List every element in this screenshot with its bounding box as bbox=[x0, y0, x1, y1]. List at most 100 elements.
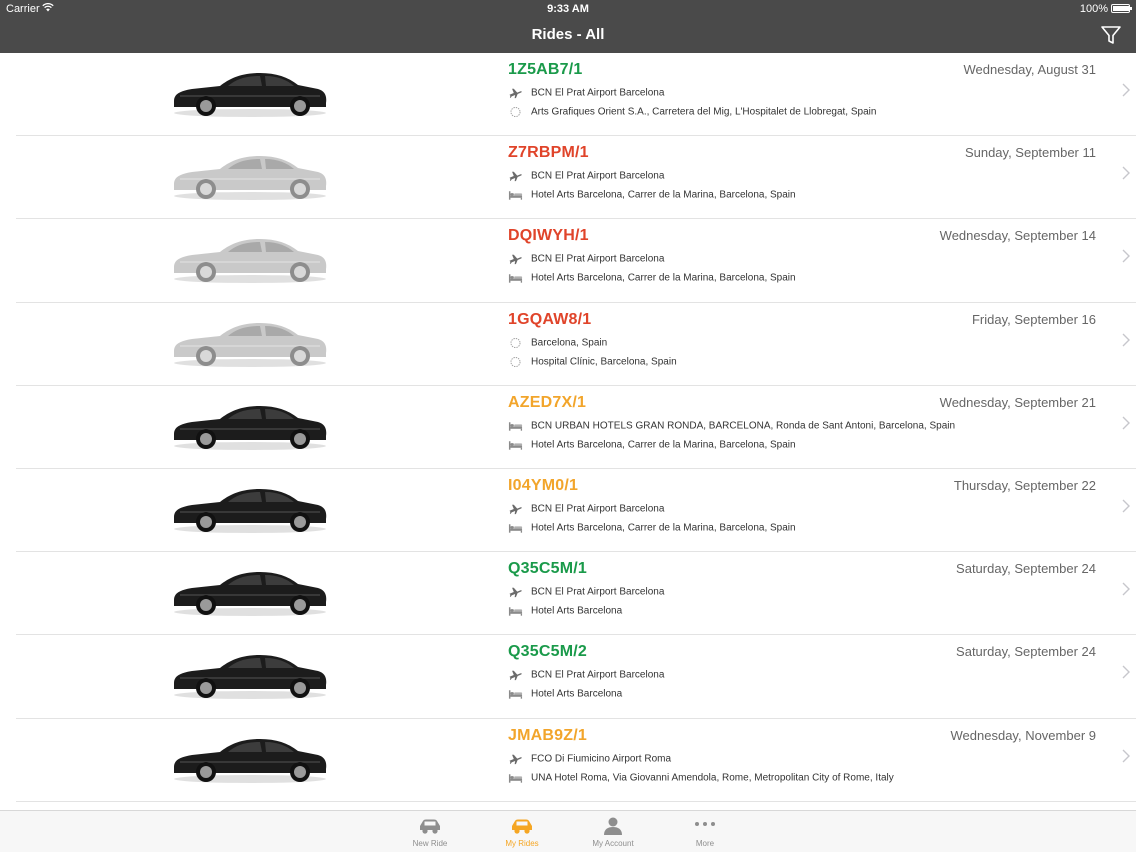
ride-row[interactable]: AZED7X/1 Wednesday, September 21 BCN URBAN… bbox=[16, 386, 1136, 469]
pickup-line: BCN El Prat Airport Barcelona bbox=[508, 586, 664, 598]
pickup-line: BCN URBAN HOTELS GRAN RONDA, BARCELONA, … bbox=[508, 420, 955, 432]
chevron-right-icon bbox=[1122, 416, 1130, 430]
pickup-line: BCN El Prat Airport Barcelona bbox=[508, 669, 664, 681]
ride-row[interactable]: 1GQAW8/1 Friday, September 16 Barcelona, S… bbox=[16, 303, 1136, 386]
tab-label: My Account bbox=[592, 839, 634, 848]
car-image bbox=[170, 729, 330, 785]
tab-label: My Rides bbox=[505, 839, 539, 848]
dropoff-location: Hospital Clínic, Barcelona, Spain bbox=[531, 356, 677, 368]
car-icon bbox=[487, 815, 557, 837]
dropoff-line: Hotel Arts Barcelona, Carrer de la Marin… bbox=[508, 439, 796, 451]
pickup-line: BCN El Prat Airport Barcelona bbox=[508, 87, 664, 99]
ride-row[interactable]: Z7RBPM/1 Sunday, September 11 BCN El Prat … bbox=[16, 136, 1136, 220]
plane-icon bbox=[508, 503, 523, 515]
ride-date: Wednesday, November 9 bbox=[950, 727, 1096, 743]
pickup-location: Barcelona, Spain bbox=[531, 337, 608, 349]
battery-icon bbox=[1111, 4, 1132, 13]
more-icon bbox=[670, 815, 740, 837]
car-icon bbox=[395, 815, 465, 837]
chevron-right-icon bbox=[1122, 582, 1130, 596]
dropoff-location: Hotel Arts Barcelona bbox=[531, 688, 623, 700]
bed-icon bbox=[508, 420, 523, 432]
chevron-right-icon bbox=[1122, 665, 1130, 679]
ride-row[interactable]: DQIWYH/1 Wednesday, September 14 BCN El Pr… bbox=[16, 219, 1136, 303]
tab-my-account[interactable]: My Account bbox=[578, 815, 648, 848]
bed-icon bbox=[508, 522, 523, 534]
chevron-right-icon bbox=[1122, 499, 1130, 513]
ride-date: Friday, September 16 bbox=[971, 311, 1096, 327]
ride-date: Saturday, September 24 bbox=[956, 644, 1096, 660]
dropoff-line: Hotel Arts Barcelona, Carrer de la Marin… bbox=[508, 522, 796, 534]
filter-icon bbox=[1101, 26, 1121, 44]
rides-list[interactable]: 1Z5AB7/1 Wednesday, August 31 BCN El Prat … bbox=[0, 53, 1136, 810]
filter-button[interactable] bbox=[1100, 24, 1122, 46]
plane-icon bbox=[508, 753, 523, 765]
dropoff-location: Hotel Arts Barcelona, Carrer de la Marin… bbox=[531, 439, 796, 451]
page-title: Rides - All bbox=[531, 26, 605, 43]
clock: 9:33 AM bbox=[547, 3, 589, 15]
dropoff-line: UNA Hotel Roma, Via Giovanni Amendola, R… bbox=[508, 772, 894, 784]
tab-more[interactable]: More bbox=[670, 815, 740, 848]
plane-icon bbox=[508, 170, 523, 182]
bed-icon bbox=[508, 605, 523, 617]
ride-code: 1GQAW8/1 bbox=[508, 310, 592, 328]
bed-icon bbox=[508, 772, 523, 784]
tab-new-ride[interactable]: New Ride bbox=[395, 815, 465, 848]
chevron-right-icon bbox=[1122, 333, 1130, 347]
ride-code: Q35C5M/1 bbox=[508, 560, 587, 578]
location-icon bbox=[508, 356, 523, 368]
ride-row[interactable]: I04YM0/1 Thursday, September 22 BCN El Pra… bbox=[16, 469, 1136, 553]
plane-icon bbox=[508, 586, 523, 598]
dropoff-line: Hospital Clínic, Barcelona, Spain bbox=[508, 356, 677, 368]
location-icon bbox=[508, 337, 523, 349]
top-bar: Carrier 9:33 AM 100% Rides - All bbox=[0, 0, 1136, 53]
ride-date: Wednesday, August 31 bbox=[963, 62, 1096, 77]
pickup-line: BCN El Prat Airport Barcelona bbox=[508, 253, 664, 265]
car-image bbox=[170, 562, 330, 618]
ride-row[interactable]: JMAB9Z/1 Wednesday, November 9 FCO Di Fium… bbox=[16, 719, 1136, 802]
bed-icon bbox=[508, 688, 523, 700]
battery-percent: 100% bbox=[1079, 3, 1108, 15]
plane-icon bbox=[508, 669, 523, 681]
ride-row[interactable]: Q35C5M/2 Saturday, September 24 BCN El Pra… bbox=[16, 635, 1136, 719]
bed-icon bbox=[508, 272, 523, 284]
tab-my-rides[interactable]: My Rides bbox=[487, 815, 557, 848]
car-image bbox=[170, 645, 330, 701]
bed-icon bbox=[508, 189, 523, 201]
dropoff-line: Hotel Arts Barcelona bbox=[508, 605, 622, 617]
chevron-right-icon bbox=[1122, 249, 1130, 263]
tab-bar: New Ride My Rides My Account More bbox=[0, 810, 1136, 852]
dropoff-line: Hotel Arts Barcelona, Carrer de la Marin… bbox=[508, 272, 796, 284]
dropoff-location: UNA Hotel Roma, Via Giovanni Amendola, R… bbox=[531, 772, 894, 783]
car-image bbox=[170, 396, 330, 452]
pickup-line: BCN El Prat Airport Barcelona bbox=[508, 170, 664, 182]
location-icon bbox=[508, 106, 523, 118]
plane-icon bbox=[508, 253, 523, 265]
car-image bbox=[170, 63, 330, 119]
pickup-line: BCN El Prat Airport Barcelona bbox=[508, 503, 664, 515]
pickup-location: FCO Di Fiumicino Airport Roma bbox=[531, 753, 672, 764]
pickup-location: BCN El Prat Airport Barcelona bbox=[531, 170, 665, 182]
dropoff-location: Arts Grafiques Orient S.A., Carretera de… bbox=[531, 106, 877, 118]
car-image bbox=[170, 146, 330, 202]
ride-code: 1Z5AB7/1 bbox=[508, 61, 583, 78]
bed-icon bbox=[508, 439, 523, 451]
ride-date: Wednesday, September 14 bbox=[939, 228, 1096, 244]
ride-row[interactable]: 1Z5AB7/1 Wednesday, August 31 BCN El Prat … bbox=[16, 53, 1136, 137]
car-image bbox=[170, 313, 330, 369]
pickup-location: BCN El Prat Airport Barcelona bbox=[531, 669, 665, 681]
dropoff-line: Hotel Arts Barcelona, Carrer de la Marin… bbox=[508, 189, 796, 201]
chevron-right-icon bbox=[1122, 83, 1130, 97]
pickup-location: BCN El Prat Airport Barcelona bbox=[531, 87, 665, 99]
plane-icon bbox=[508, 87, 523, 99]
pickup-location: BCN El Prat Airport Barcelona bbox=[531, 503, 665, 515]
status-bar: Carrier 9:33 AM 100% bbox=[0, 0, 1136, 18]
dropoff-location: Hotel Arts Barcelona bbox=[531, 605, 623, 617]
ride-code: Q35C5M/2 bbox=[508, 643, 587, 661]
tab-label: More bbox=[695, 839, 715, 848]
ride-row[interactable]: Q35C5M/1 Saturday, September 24 BCN El Pra… bbox=[16, 552, 1136, 636]
pickup-location: BCN El Prat Airport Barcelona bbox=[531, 586, 665, 598]
pickup-location: BCN El Prat Airport Barcelona bbox=[531, 253, 665, 265]
ride-code: I04YM0/1 bbox=[508, 476, 579, 494]
dropoff-line: Arts Grafiques Orient S.A., Carretera de… bbox=[508, 106, 876, 118]
